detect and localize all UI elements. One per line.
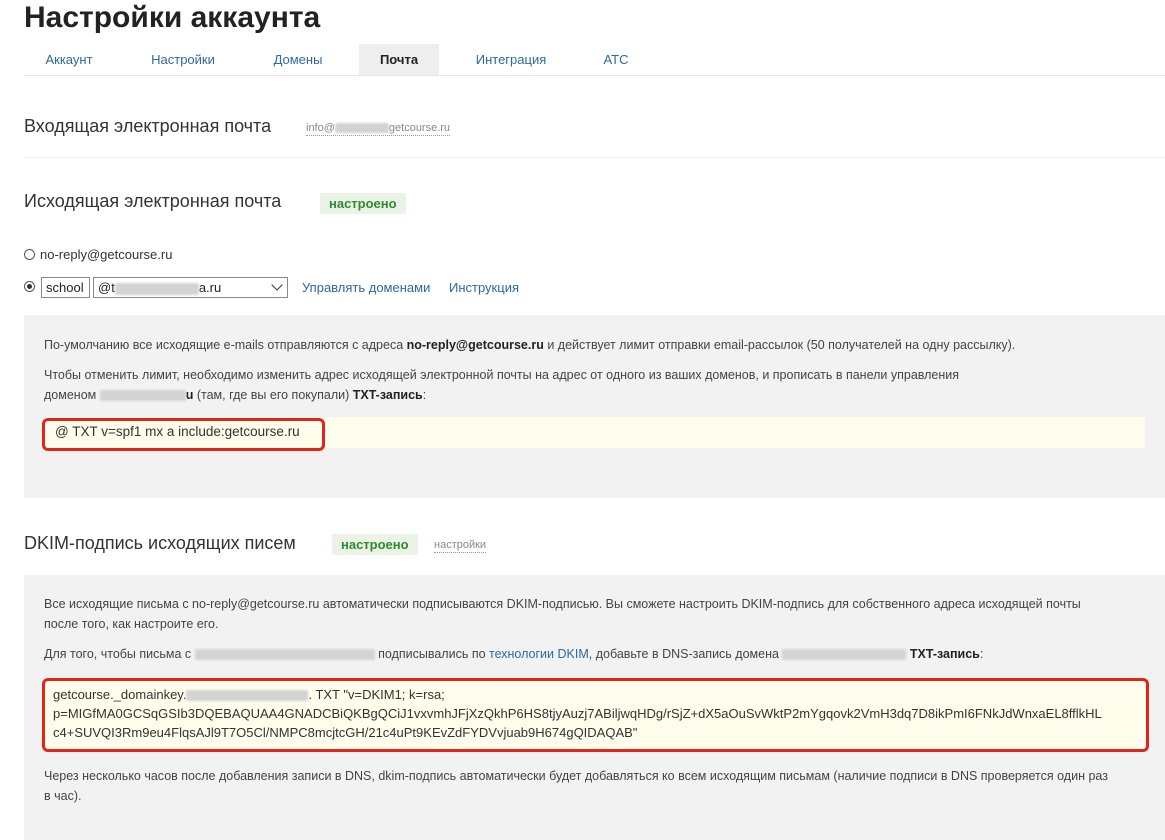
radio-default-option[interactable]: no-reply@getcourse.ru xyxy=(24,247,172,262)
page-title: Настройки аккаунта xyxy=(24,1,321,34)
outgoing-title: Исходящая электронная почта xyxy=(24,191,282,211)
outgoing-info-panel: По-умолчанию все исходящие e-mails отпра… xyxy=(24,315,1165,498)
radio-default-label: no-reply@getcourse.ru xyxy=(40,247,173,262)
outgoing-status-badge: настроено xyxy=(320,193,406,214)
redacted-text xyxy=(194,649,375,661)
highlight-outline xyxy=(42,418,325,451)
tab-domains[interactable]: Домены xyxy=(254,44,342,75)
tab-ats[interactable]: АТС xyxy=(584,44,648,75)
tab-integration[interactable]: Интеграция xyxy=(459,44,563,75)
domain-select[interactable]: @t a.ru xyxy=(93,277,288,298)
tab-bar: Аккаунт Настройки Домены Почта Интеграци… xyxy=(24,44,1165,76)
chevron-down-icon xyxy=(271,279,283,291)
incoming-email-suffix: getcourse.ru xyxy=(388,122,451,134)
incoming-title: Входящая электронная почта xyxy=(24,116,272,136)
incoming-email-prefix: info@ xyxy=(306,122,335,134)
dkim-info-text-1: Все исходящие письма с no-reply@getcours… xyxy=(44,597,1081,631)
incoming-email-link[interactable]: info@ getcourse.ru xyxy=(306,121,451,136)
tab-mail[interactable]: Почта xyxy=(359,44,439,75)
tab-settings[interactable]: Настройки xyxy=(134,44,232,75)
radio-custom-option[interactable] xyxy=(24,281,40,292)
redacted-text xyxy=(782,649,907,661)
highlight-outline xyxy=(42,678,1149,752)
domain-prefix: @t xyxy=(98,280,115,295)
redacted-text xyxy=(334,123,389,134)
radio-checked[interactable] xyxy=(24,281,35,292)
dkim-info-panel: Все исходящие письма с no-reply@getcours… xyxy=(24,575,1165,840)
manage-domains-link[interactable]: Управлять доменами xyxy=(302,280,430,295)
outgoing-info-text-2: Чтобы отменить лимит, необходимо изменит… xyxy=(44,368,960,402)
instruction-link[interactable]: Инструкция xyxy=(449,280,519,295)
tab-account[interactable]: Аккаунт xyxy=(24,44,114,75)
dkim-info-text-3: Через несколько часов после добавления з… xyxy=(44,769,1108,803)
local-part-input[interactable]: school xyxy=(41,277,90,298)
domain-suffix: a.ru xyxy=(198,280,222,295)
dkim-info-text-2: Для того, чтобы письма с подписывались п… xyxy=(44,647,984,661)
outgoing-info-text-1: По-умолчанию все исходящие e-mails отпра… xyxy=(44,338,1016,352)
dkim-status-badge: настроено xyxy=(332,534,418,555)
redacted-text xyxy=(99,390,186,402)
redacted-text xyxy=(114,282,199,295)
dkim-technology-link[interactable]: технологии DKIM xyxy=(489,647,589,661)
divider xyxy=(24,157,1165,158)
radio-unchecked[interactable] xyxy=(24,249,35,260)
dkim-title: DKIM-подпись исходящих писем xyxy=(24,533,296,553)
dkim-settings-link[interactable]: настройки xyxy=(434,538,487,553)
